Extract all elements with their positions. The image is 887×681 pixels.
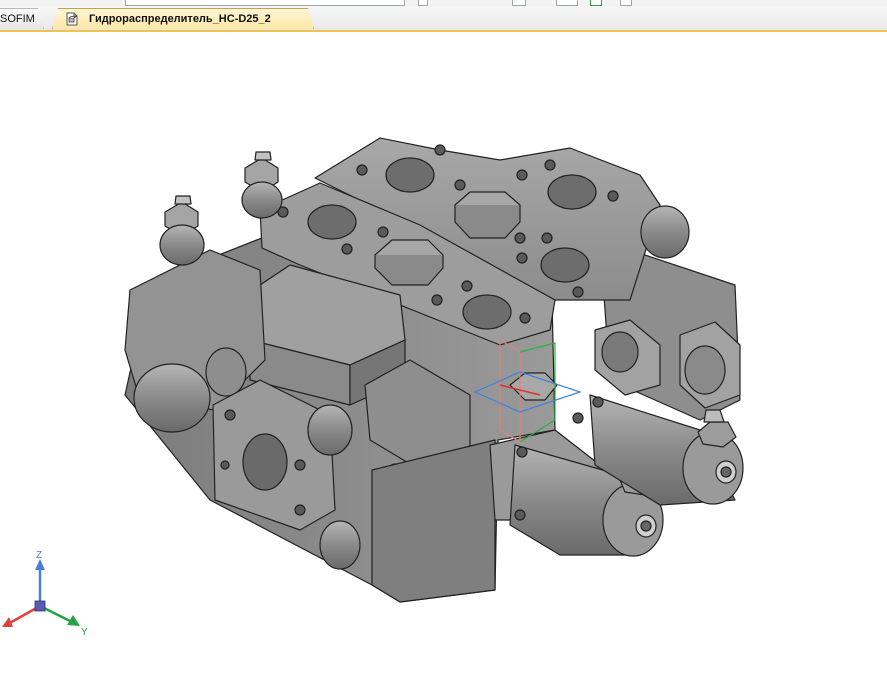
axis-z-label: Z [36,550,42,561]
document-tab-bar: SOFIM Гидрораспределитель_HC-D25_2 [0,7,887,32]
toolbar-control[interactable] [590,0,602,6]
document-icon [66,12,78,26]
toolbar-control[interactable] [418,0,428,6]
tab-sofim[interactable]: SOFIM [0,8,44,29]
hydraulic-valve-model[interactable] [124,137,744,603]
tab-label: Гидрораспределитель_HC-D25_2 [89,13,271,25]
toolbar-control[interactable] [620,0,632,6]
3d-viewport[interactable]: Z Y [0,32,887,676]
tab-label: SOFIM [0,13,35,25]
toolbar-control[interactable] [512,0,526,6]
model-canvas[interactable]: Z Y [0,32,887,676]
tab-hydro-distributor[interactable]: Гидрораспределитель_HC-D25_2 [52,8,314,29]
axis-triad: Z Y [2,550,88,638]
axis-y-label: Y [81,627,88,638]
toolbar-control[interactable] [556,0,578,6]
toolbar-field[interactable] [125,0,405,6]
